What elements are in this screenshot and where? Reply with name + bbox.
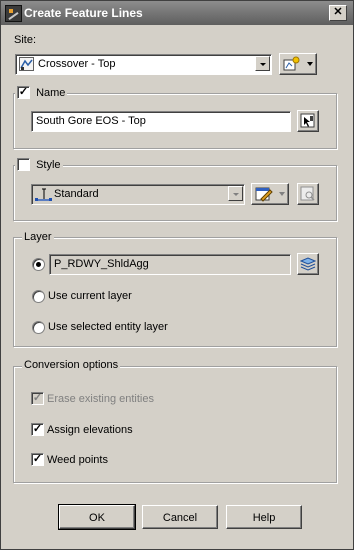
chevron-down-icon	[279, 192, 285, 196]
new-site-icon	[283, 56, 301, 75]
assign-elevations-label: Assign elevations	[47, 424, 133, 436]
create-feature-lines-dialog: Create Feature Lines ✕ Site: Crossover -…	[0, 0, 354, 550]
cancel-label: Cancel	[162, 512, 198, 524]
style-dropdown[interactable]: Standard	[31, 184, 245, 205]
layers-icon	[299, 256, 317, 275]
edit-style-icon	[255, 186, 273, 205]
weed-points-label: Weed points	[47, 454, 108, 466]
ok-label: OK	[89, 512, 105, 524]
edit-style-button[interactable]	[251, 183, 289, 205]
layer-value: P_RDWY_ShldAgg	[54, 258, 149, 270]
layer-radio-current[interactable]	[32, 290, 45, 303]
site-value: Crossover - Top	[38, 58, 116, 70]
style-value: Standard	[54, 188, 99, 200]
dialog-title: Create Feature Lines	[24, 6, 143, 20]
help-label: Help	[252, 512, 276, 524]
pick-style-button[interactable]	[297, 183, 319, 205]
title-bar: Create Feature Lines ✕	[1, 1, 353, 25]
erase-existing-entities-label: Erase existing entities	[47, 393, 154, 405]
assign-elevations-checkbox[interactable]: ✓	[31, 423, 44, 436]
style-legend: Style	[15, 158, 63, 171]
name-value: South Gore EOS - Top	[36, 115, 146, 127]
use-selected-entity-layer-label: Use selected entity layer	[48, 321, 168, 333]
create-site-button[interactable]	[279, 53, 317, 75]
layer-radio-selected-entity[interactable]	[32, 321, 45, 334]
edit-name-icon	[300, 113, 316, 132]
style-label: Style	[36, 158, 61, 171]
layer-button[interactable]	[297, 253, 319, 275]
layer-input[interactable]: P_RDWY_ShldAgg	[49, 254, 291, 275]
name-label: Name	[36, 86, 66, 99]
app-icon	[5, 5, 22, 22]
weed-points-checkbox[interactable]: ✓	[31, 453, 44, 466]
erase-existing-entities-checkbox[interactable]: ✓	[31, 392, 44, 405]
feature-line-style-icon	[35, 186, 53, 205]
pick-name-button[interactable]	[297, 110, 319, 132]
chevron-down-icon[interactable]	[255, 56, 270, 71]
layer-radio-specified[interactable]	[32, 258, 45, 271]
ok-button[interactable]: OK	[58, 504, 136, 530]
site-dropdown[interactable]: Crossover - Top	[15, 54, 272, 75]
name-checkbox[interactable]: ✓	[17, 86, 30, 99]
help-button[interactable]: Help	[226, 505, 302, 529]
use-current-layer-label: Use current layer	[48, 290, 132, 302]
conversion-options-legend: Conversion options	[22, 359, 121, 371]
layer-legend: Layer	[22, 231, 54, 243]
style-checkbox[interactable]	[17, 158, 30, 171]
cancel-button[interactable]: Cancel	[142, 505, 218, 529]
chevron-down-icon	[307, 62, 313, 66]
site-icon	[19, 57, 34, 71]
name-legend: ✓ Name	[15, 86, 68, 99]
name-input[interactable]: South Gore EOS - Top	[31, 111, 291, 132]
magnify-icon	[300, 186, 316, 205]
site-label: Site:	[14, 34, 37, 46]
close-button[interactable]: ✕	[329, 5, 347, 21]
chevron-down-icon[interactable]	[228, 186, 243, 201]
